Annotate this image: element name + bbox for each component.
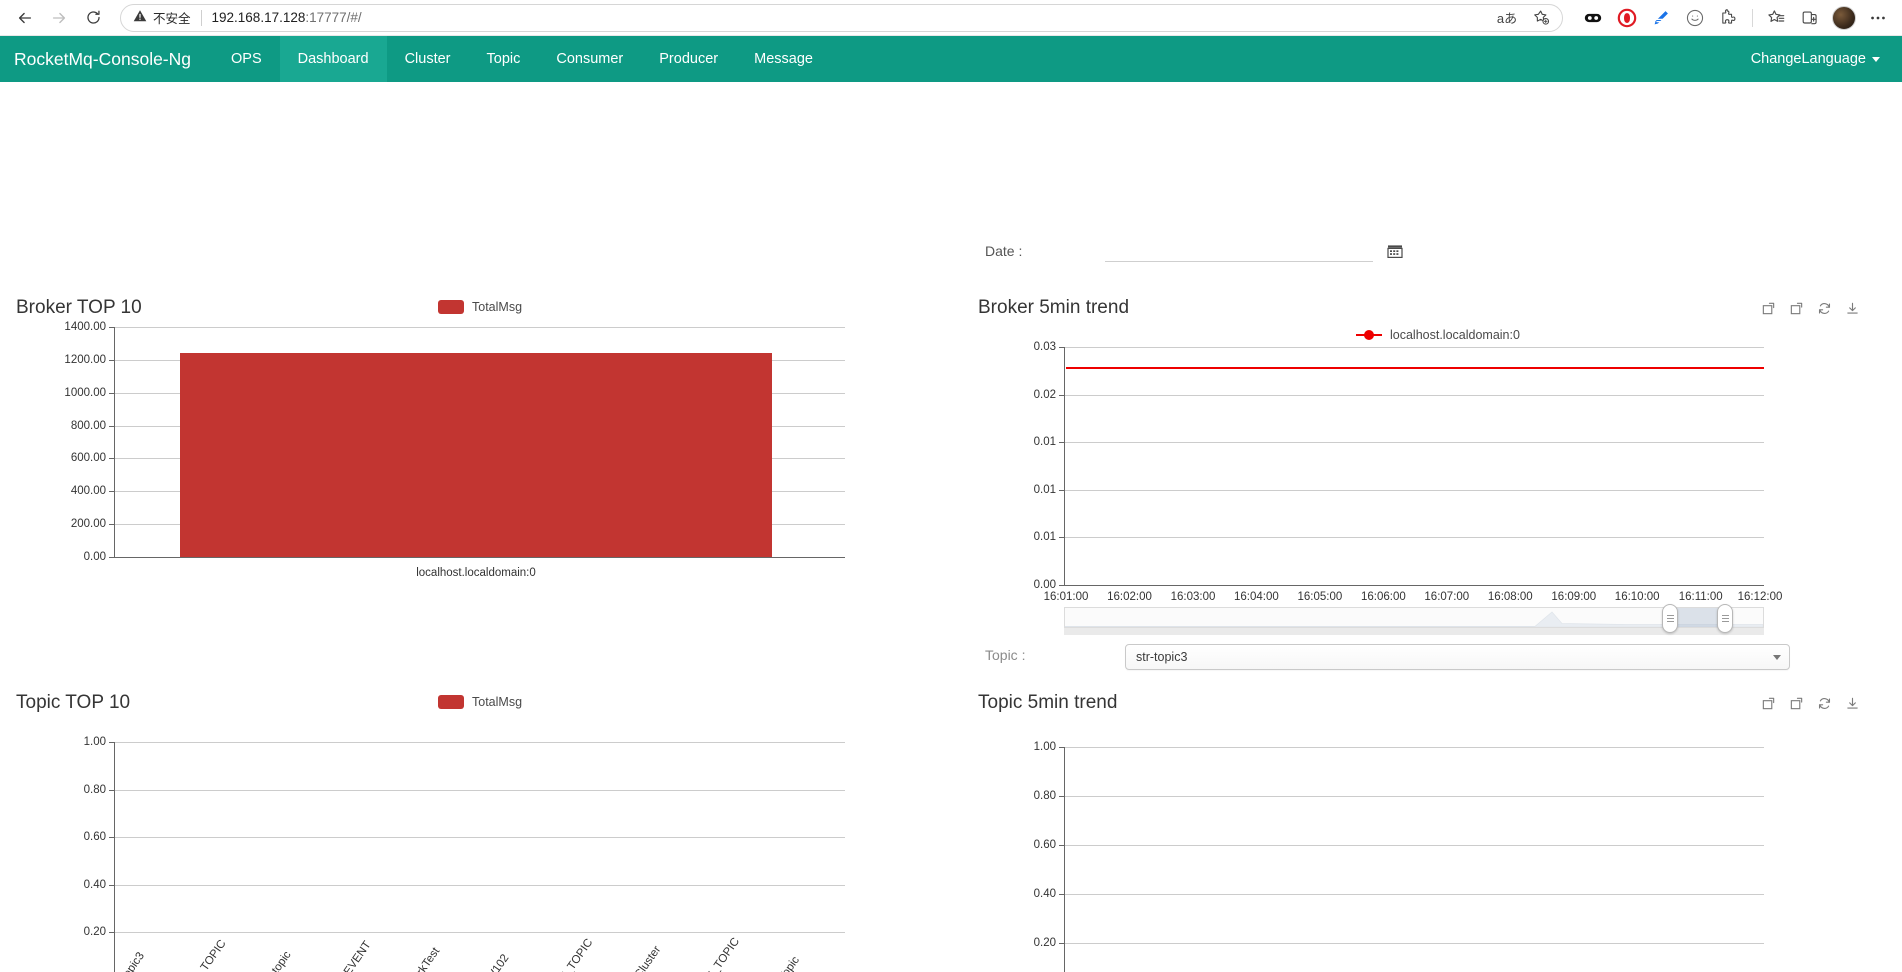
security-label: 不安全	[153, 12, 191, 26]
save-image-icon[interactable]	[1845, 696, 1860, 711]
chevron-down-icon	[1872, 56, 1880, 62]
axis-tick	[1059, 747, 1064, 748]
x-category-label: TBW102	[476, 952, 511, 972]
forward-button[interactable]	[42, 3, 76, 33]
reload-button[interactable]	[76, 3, 110, 33]
nav-item-message[interactable]: Message	[736, 36, 831, 82]
avatar	[1832, 5, 1856, 30]
y-tick-label: 0.60	[83, 831, 106, 844]
gridline	[114, 837, 845, 839]
axis-tick	[109, 932, 114, 934]
browser-extension-toolbar	[1571, 3, 1894, 33]
y-tick-label: 0.80	[83, 783, 106, 796]
y-axis-line	[114, 742, 115, 972]
gridline	[1064, 894, 1764, 895]
topic-top10-title: Topic TOP 10	[16, 692, 131, 713]
gridline	[1064, 845, 1764, 846]
y-tick-label: 1.00	[83, 736, 106, 748]
y-tick-label: 0.40	[1033, 888, 1056, 900]
collections-icon[interactable]	[1760, 3, 1792, 33]
editor-pen-icon[interactable]	[1645, 3, 1677, 33]
change-language-label: ChangeLanguage	[1750, 51, 1866, 67]
axis-tick	[109, 742, 114, 743]
panel-topic-5min-trend: Topic 5min trend 0.20 0.40 0.60 0.80 1.0…	[960, 82, 1902, 972]
app-brand[interactable]: RocketMq-Console-Ng	[0, 36, 213, 82]
back-button[interactable]	[8, 3, 42, 33]
topic-trend-toolbox	[1761, 696, 1860, 711]
star-plus-icon[interactable]	[1526, 5, 1556, 31]
url-host: 192.168.17.128	[211, 10, 306, 25]
nav-item-producer[interactable]: Producer	[641, 36, 736, 82]
panel-topic-top10: Topic TOP 10 TotalMsg 0.00 0.20 0.40 0.6…	[0, 82, 870, 972]
nav-item-consumer[interactable]: Consumer	[538, 36, 641, 82]
security-warning[interactable]: 不安全	[133, 8, 191, 27]
x-category-label: myTopic	[768, 954, 802, 972]
warning-triangle-icon	[133, 9, 147, 26]
x-category-label: rder-topic	[256, 949, 294, 972]
profile-avatar-icon[interactable]	[1828, 3, 1860, 33]
y-tick-label: 0.20	[1033, 937, 1056, 949]
topic-top10-legend[interactable]: TotalMsg	[438, 695, 522, 709]
refresh-icon[interactable]	[1817, 696, 1832, 711]
axis-tick	[109, 789, 114, 791]
emoji-circle-icon[interactable]	[1679, 3, 1711, 33]
url-text: 192.168.17.128:17777/#/	[212, 10, 1492, 25]
extension-dark-reader-icon[interactable]	[1577, 3, 1609, 33]
browser-toolbar: 不安全 192.168.17.128:17777/#/ aあ	[0, 0, 1902, 36]
nav-item-dashboard[interactable]: Dashboard	[279, 36, 387, 82]
axis-tick	[1059, 796, 1064, 797]
axis-tick	[109, 837, 114, 839]
axis-tick	[1059, 943, 1064, 944]
nav-item-cluster[interactable]: Cluster	[387, 36, 469, 82]
y-tick-label: 0.40	[83, 878, 106, 891]
x-category-label: ALF_TOPIC	[183, 937, 229, 972]
gridline	[114, 884, 845, 886]
topic-top10-chart: 0.00 0.20 0.40 0.60 0.80 1.00	[0, 736, 860, 972]
axis-tick	[109, 884, 114, 886]
gridline	[1064, 796, 1764, 797]
more-options-icon[interactable]	[1862, 3, 1894, 33]
x-category-label: ED_EVENT	[329, 939, 374, 972]
nav-item-topic[interactable]: Topic	[469, 36, 539, 82]
x-category-label: str-topic3	[110, 950, 147, 972]
opera-vpn-icon[interactable]	[1611, 3, 1643, 33]
gridline	[114, 789, 845, 791]
x-category-label: aultCluster	[621, 943, 664, 972]
dashboard-page: Date : Broker TOP 10 TotalMsg 0.00 200.0…	[0, 82, 1902, 972]
navbar-spacer	[831, 36, 1733, 82]
topic-trend-chart: 0.00 0.20 0.40 0.60 0.80 1.00 16:00:30 1…	[960, 741, 1902, 972]
split-screen-icon[interactable]	[1794, 3, 1826, 33]
url-path: :17777/#/	[305, 10, 362, 25]
legend-label-totalmsg: TotalMsg	[472, 695, 523, 709]
axis-tick	[1059, 894, 1064, 895]
gridline	[1064, 747, 1764, 748]
y-tick-label: 0.60	[1033, 839, 1056, 851]
address-bar[interactable]: 不安全 192.168.17.128:17777/#/ aあ	[120, 3, 1563, 32]
datazoom-icon[interactable]	[1761, 696, 1776, 711]
app-navbar: RocketMq-Console-Ng OPS Dashboard Cluste…	[0, 36, 1902, 82]
address-bar-icons: aあ	[1492, 5, 1556, 31]
legend-swatch-totalmsg	[438, 695, 464, 709]
gridline	[114, 742, 845, 743]
x-category-label: ACE_TOPIC	[694, 935, 742, 972]
x-category-label: EST_TOPIC	[548, 936, 595, 972]
y-tick-label: 1.00	[1033, 741, 1056, 753]
datazoom-restore-icon[interactable]	[1789, 696, 1804, 711]
puzzle-extensions-icon[interactable]	[1713, 3, 1745, 33]
nav-item-ops[interactable]: OPS	[213, 36, 280, 82]
y-tick-label: 0.20	[83, 926, 106, 939]
axis-tick	[1059, 845, 1064, 846]
topic-trend-title: Topic 5min trend	[978, 692, 1118, 713]
y-tick-label: 0.80	[1033, 790, 1056, 802]
y-axis-line	[1064, 747, 1065, 972]
read-aloud-icon[interactable]: aあ	[1492, 5, 1522, 31]
toolbar-divider	[1752, 8, 1753, 27]
gridline	[114, 932, 845, 934]
address-divider	[200, 9, 202, 26]
change-language-menu[interactable]: ChangeLanguage	[1733, 36, 1902, 82]
gridline	[1064, 943, 1764, 944]
x-category-label: hmarkTest	[402, 945, 443, 972]
